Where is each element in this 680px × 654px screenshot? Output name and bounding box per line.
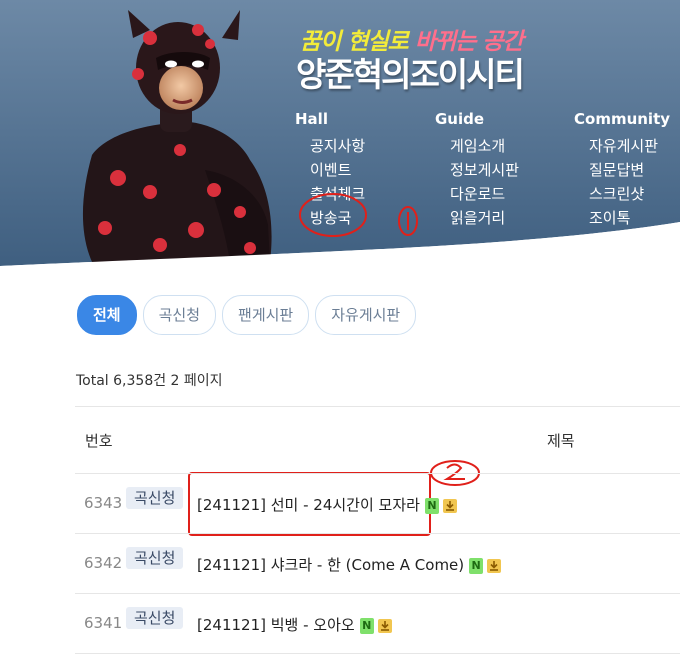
- category-badge[interactable]: 곡신청: [126, 547, 184, 569]
- download-icon[interactable]: [377, 618, 392, 633]
- post-number: 6343: [84, 494, 123, 512]
- nav-column-guide: Guide 게임소개 정보게시판 다운로드 읽을거리: [435, 110, 519, 230]
- download-icon[interactable]: [442, 498, 457, 513]
- post-number: 6342: [84, 554, 123, 572]
- nav-heading-community[interactable]: Community: [574, 110, 670, 128]
- site-name: 양준혁의조이시티: [296, 55, 525, 94]
- nav-item-free-board[interactable]: 자유게시판: [574, 134, 670, 158]
- nav-item-notice[interactable]: 공지사항: [295, 134, 365, 158]
- table-row[interactable]: 6342 곡신청 [241121] 샤크라 - 한 (Come A Come) N: [75, 534, 680, 594]
- nav-item-event[interactable]: 이벤트: [295, 158, 365, 182]
- header-number: 번호: [85, 432, 113, 450]
- new-badge: N: [469, 557, 484, 574]
- category-badge[interactable]: 곡신청: [126, 607, 184, 629]
- nav-item-attendance[interactable]: 출석체크: [295, 182, 365, 206]
- post-number: 6341: [84, 614, 123, 632]
- nav-item-joytalk[interactable]: 조이톡: [574, 206, 670, 230]
- tab-song-request[interactable]: 곡신청: [142, 295, 217, 335]
- nav-item-screenshot[interactable]: 스크린샷: [574, 182, 670, 206]
- category-badge[interactable]: 곡신청: [126, 487, 184, 509]
- tab-fan-board[interactable]: 팬게시판: [222, 295, 310, 335]
- nav-heading-guide[interactable]: Guide: [435, 110, 519, 128]
- nav-column-hall: Hall 공지사항 이벤트 출석체크 방송국: [295, 110, 365, 230]
- nav-heading-hall[interactable]: Hall: [295, 110, 365, 128]
- download-icon[interactable]: [487, 558, 502, 573]
- post-title[interactable]: [241121] 빅뱅 - 오아오: [197, 616, 355, 634]
- nav-item-qna[interactable]: 질문답변: [574, 158, 670, 182]
- list-header: 번호 제목: [75, 406, 680, 474]
- header-title: 제목: [547, 432, 575, 450]
- total-count: Total 6,358건 2 페이지: [76, 373, 223, 389]
- nav-item-reading[interactable]: 읽을거리: [435, 206, 519, 230]
- table-row[interactable]: 6341 곡신청 [241121] 빅뱅 - 오아오 N: [75, 594, 680, 654]
- table-row[interactable]: 6343 곡신청 [241121] 선미 - 24시간이 모자라 N: [75, 474, 680, 534]
- new-badge: N: [424, 497, 439, 514]
- site-banner: 꿈이 현실로 바뀌는 공간 양준혁의조이시티 Hall 공지사항 이벤트 출석체…: [0, 0, 680, 270]
- post-title[interactable]: [241121] 선미 - 24시간이 모자라: [197, 496, 420, 514]
- post-title-link[interactable]: [241121] 샤크라 - 한 (Come A Come) N: [197, 554, 502, 575]
- nav-column-community: Community 자유게시판 질문답변 스크린샷 조이톡: [574, 110, 670, 230]
- nav-item-game-intro[interactable]: 게임소개: [435, 134, 519, 158]
- post-list: 번호 제목 6343 곡신청 [241121] 선미 - 24시간이 모자라 N …: [75, 406, 680, 654]
- tab-all[interactable]: 전체: [77, 295, 137, 335]
- post-title-link[interactable]: [241121] 빅뱅 - 오아오 N: [197, 614, 392, 635]
- category-tabs: 전체 곡신청 팬게시판 자유게시판: [77, 295, 417, 335]
- post-title[interactable]: [241121] 샤크라 - 한 (Come A Come): [197, 556, 464, 574]
- nav-item-download[interactable]: 다운로드: [435, 182, 519, 206]
- nav-item-broadcast[interactable]: 방송국: [295, 206, 365, 230]
- post-title-link[interactable]: [241121] 선미 - 24시간이 모자라 N: [197, 494, 457, 515]
- tab-free-board[interactable]: 자유게시판: [315, 295, 417, 335]
- new-badge: N: [359, 617, 374, 634]
- nav-item-info-board[interactable]: 정보게시판: [435, 158, 519, 182]
